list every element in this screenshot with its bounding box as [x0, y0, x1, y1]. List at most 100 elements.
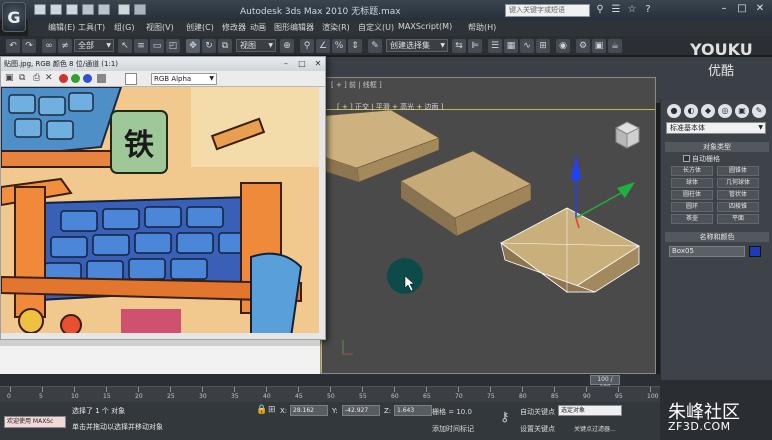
select-scale-icon[interactable]: ⧉	[218, 39, 232, 53]
minimize-button[interactable]: –	[716, 2, 732, 16]
channel-dropdown[interactable]: RGB Alpha ▼	[151, 73, 217, 85]
menu-rendering[interactable]: 渲染(R)	[322, 22, 350, 33]
angle-snap-icon[interactable]: ∠	[316, 39, 330, 53]
red-channel-toggle[interactable]	[59, 74, 68, 83]
geosphere-button[interactable]: 几何球体	[717, 178, 759, 188]
hierarchy-tab-icon[interactable]: ◆	[701, 104, 715, 118]
track-bar[interactable]: 0 5 10 15 20 25 30 35 40 45 50 55 60 65 70 75 80 85 90 95 10…	[0, 386, 660, 402]
window-crossing-icon[interactable]: ◰	[166, 39, 180, 53]
rollout-object-type[interactable]: 对象类型	[665, 142, 769, 152]
graphite-tools-icon[interactable]: ▦	[504, 39, 518, 53]
sphere-button[interactable]: 球体	[671, 178, 713, 188]
clear-icon[interactable]: ✕	[45, 73, 53, 83]
maxscript-listener[interactable]: 欢迎使用 MAXSc	[4, 416, 66, 428]
menu-views[interactable]: 视图(V)	[146, 22, 174, 33]
fetch-icon[interactable]	[134, 4, 146, 15]
binoculars-icon[interactable]: ⚲	[594, 4, 606, 16]
bottom-left-viewport[interactable]	[0, 340, 320, 376]
key-selection-dropdown[interactable]: 选定对象	[558, 405, 622, 416]
key-icon[interactable]: ⚷	[500, 410, 510, 425]
perspective-viewport[interactable]: [ + ] 前 | 线框 ] [ + ] 正交 | 平滑 + 高光 + 边面 ]	[320, 77, 656, 374]
rollout-name-color[interactable]: 名称和颜色	[665, 232, 769, 242]
select-object-icon[interactable]: ↖	[118, 39, 132, 53]
wood-plank-selected[interactable]	[500, 207, 640, 293]
image-window-close[interactable]: ✕	[311, 59, 325, 69]
save-icon[interactable]	[66, 4, 78, 15]
set-key-button[interactable]: 设置关键点	[520, 424, 555, 434]
render-setup-icon[interactable]: ⚙	[576, 39, 590, 53]
image-window-minimize[interactable]: –	[279, 59, 293, 69]
x-coordinate-field[interactable]: 28.162	[290, 405, 328, 416]
snap-icon[interactable]: ⚲	[300, 39, 314, 53]
modify-tab-icon[interactable]: ◐	[684, 104, 698, 118]
menu-graph-editors[interactable]: 图形编辑器	[274, 22, 314, 33]
selection-filter-dropdown[interactable]: 全部 ▼	[74, 39, 114, 52]
app-menu-button[interactable]: G	[2, 2, 26, 32]
z-coordinate-field[interactable]: 1.643	[394, 405, 432, 416]
menu-modifiers[interactable]: 修改器	[222, 22, 246, 33]
cylinder-button[interactable]: 圆柱体	[671, 190, 713, 200]
time-slider[interactable]: 100 / 100	[0, 374, 660, 391]
teapot-button[interactable]: 茶壶	[671, 214, 713, 224]
subscription-icon[interactable]: ☰	[610, 4, 622, 16]
maximize-button[interactable]: □	[734, 2, 750, 16]
lock-selection-icon[interactable]: 🔒	[256, 405, 267, 415]
rect-selection-icon[interactable]: ▭	[150, 39, 164, 53]
layer-manager-icon[interactable]: ☰	[488, 39, 502, 53]
rendered-frame-icon[interactable]: ▣	[592, 39, 606, 53]
align-icon[interactable]: ⊫	[468, 39, 482, 53]
wood-plank-2[interactable]	[400, 150, 532, 237]
star-icon[interactable]: ☆	[626, 4, 638, 16]
mirror-icon[interactable]: ⇆	[452, 39, 466, 53]
undo-icon[interactable]	[82, 4, 94, 15]
percent-snap-icon[interactable]: %	[332, 39, 346, 53]
undo-tool-icon[interactable]: ↶	[6, 39, 20, 53]
image-viewer-window[interactable]: 贴图.jpg, RGB 颜色 8 位/通道 (1:1) – □ ✕ ▣ ⧉ ⎙ …	[0, 56, 326, 340]
alpha-channel-toggle[interactable]	[97, 74, 106, 83]
box-button[interactable]: 长方体	[671, 166, 713, 176]
absolute-mode-icon[interactable]: ⊞	[268, 405, 276, 415]
auto-key-button[interactable]: 自动关键点	[520, 407, 555, 417]
menu-edit[interactable]: 编辑(E)	[48, 22, 75, 33]
curve-editor-icon[interactable]: ∿	[520, 39, 534, 53]
menu-tools[interactable]: 工具(T)	[78, 22, 105, 33]
key-filters-button[interactable]: 关键点过滤器...	[574, 424, 616, 433]
hold-icon[interactable]	[118, 4, 130, 15]
menu-create[interactable]: 创建(C)	[186, 22, 214, 33]
clone-icon[interactable]: ⧉	[19, 73, 25, 83]
new-file-icon[interactable]	[34, 4, 46, 15]
display-tab-icon[interactable]: ▣	[735, 104, 749, 118]
cone-button[interactable]: 圆锥体	[717, 166, 759, 176]
tube-button[interactable]: 管状体	[717, 190, 759, 200]
green-channel-toggle[interactable]	[71, 74, 80, 83]
image-vertical-scrollbar[interactable]	[319, 87, 325, 339]
plane-button[interactable]: 平面	[717, 214, 759, 224]
render-icon[interactable]: ☕	[608, 39, 622, 53]
wood-plank-1[interactable]	[321, 109, 440, 183]
viewcube-icon[interactable]	[614, 121, 641, 149]
spinner-snap-icon[interactable]: ⇕	[348, 39, 362, 53]
save-image-icon[interactable]: ▣	[5, 73, 14, 83]
select-move-icon[interactable]: ✥	[186, 39, 200, 53]
select-rotate-icon[interactable]: ↻	[202, 39, 216, 53]
ref-coord-dropdown[interactable]: 视图 ▼	[236, 39, 276, 52]
menu-customize[interactable]: 自定义(U)	[358, 22, 394, 33]
blue-channel-toggle[interactable]	[83, 74, 92, 83]
menu-maxscript[interactable]: MAXScript(M)	[398, 22, 452, 31]
y-coordinate-field[interactable]: -42.927	[342, 405, 380, 416]
search-input[interactable]: 键入关键字或短语	[505, 4, 590, 17]
torus-button[interactable]: 圆环	[671, 202, 713, 212]
display-color-swatch[interactable]	[125, 73, 137, 85]
time-slider-thumb[interactable]: 100 / 100	[590, 375, 620, 391]
open-file-icon[interactable]	[50, 4, 62, 15]
redo-tool-icon[interactable]: ↷	[22, 39, 36, 53]
add-time-tag[interactable]: 添加时间标记	[432, 424, 474, 434]
autogrid-checkbox[interactable]: 自动栅格	[683, 154, 720, 164]
pyramid-button[interactable]: 四棱锥	[717, 202, 759, 212]
unlink-icon[interactable]: ≠	[58, 39, 72, 53]
select-by-name-icon[interactable]: ≡	[134, 39, 148, 53]
menu-help[interactable]: 帮助(H)	[468, 22, 496, 33]
image-horizontal-scrollbar[interactable]	[1, 333, 319, 339]
schematic-view-icon[interactable]: ⊞	[536, 39, 550, 53]
create-tab-icon[interactable]: ●	[667, 104, 681, 118]
